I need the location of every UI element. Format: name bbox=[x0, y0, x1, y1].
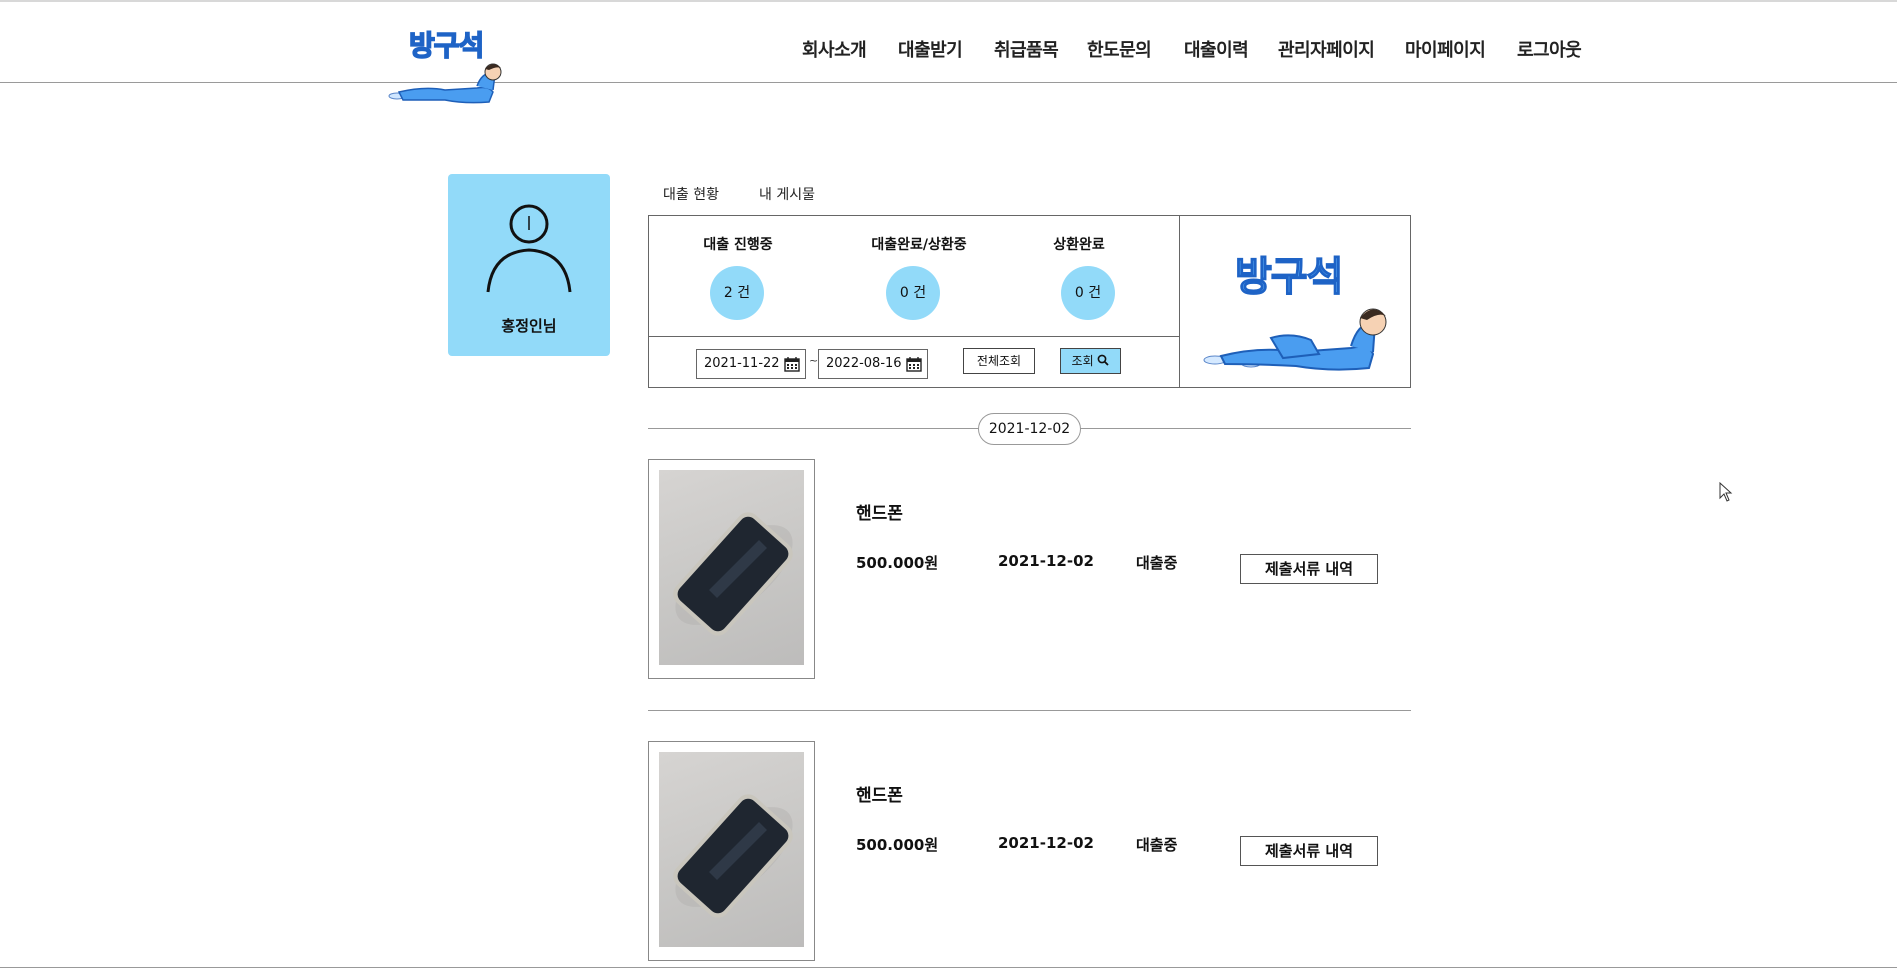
nav-admin[interactable]: 관리자페이지 bbox=[1278, 36, 1375, 62]
nav-limit-inquiry[interactable]: 한도문의 bbox=[1087, 36, 1152, 62]
lying-person-icon bbox=[388, 63, 502, 104]
nav-mypage[interactable]: 마이페이지 bbox=[1405, 36, 1486, 62]
nav-logout[interactable]: 로그아웃 bbox=[1517, 36, 1582, 62]
item-date: 2021-12-02 bbox=[998, 834, 1094, 852]
tab-my-posts[interactable]: 내 게시물 bbox=[759, 184, 815, 204]
lying-person-icon bbox=[1203, 308, 1387, 371]
stat-completed-label: 대출완료/상환중 bbox=[871, 237, 967, 253]
item-status: 대출중 bbox=[1136, 554, 1178, 572]
loan-status-panel: 대출 진행중 2 건 대출완료/상환중 0 건 상환완료 0 건 2021-11… bbox=[648, 215, 1180, 388]
search-icon bbox=[1098, 354, 1110, 366]
phone-image bbox=[659, 752, 804, 947]
calendar-icon[interactable] bbox=[906, 356, 922, 372]
search-button-label: 조회 bbox=[1071, 354, 1094, 368]
item-name: 핸드폰 bbox=[856, 786, 903, 806]
item-price: 500.000원 bbox=[856, 554, 939, 572]
stat-repaid-label: 상환완료 bbox=[1053, 237, 1105, 253]
product-thumbnail[interactable] bbox=[648, 741, 815, 961]
date-from-value: 2021-11-22 bbox=[704, 356, 780, 371]
item-divider bbox=[648, 710, 1411, 711]
date-filter-row: 2021-11-22 ~ 2022-08-16 전체조회 조회 bbox=[649, 336, 1179, 389]
page-bottom-border bbox=[0, 967, 1897, 968]
logo-text: 방구석 bbox=[408, 28, 485, 63]
phone-icon bbox=[673, 794, 793, 918]
submitted-documents-button[interactable]: 제출서류 내역 bbox=[1240, 554, 1378, 584]
nav-get-loan[interactable]: 대출받기 bbox=[898, 36, 963, 62]
site-header: 방구석 회사소개 대출받기 취급품목 한도문의 대출이력 관리자페이지 마이페이… bbox=[0, 0, 1897, 104]
phone-icon bbox=[673, 512, 793, 636]
loan-item: 핸드폰 500.000원 2021-12-02 대출중 제출서류 내역 bbox=[648, 741, 1411, 963]
side-logo-panel: 방구석 bbox=[1179, 215, 1411, 388]
stat-repaid-count: 0 건 bbox=[1061, 266, 1115, 320]
nav-loan-history[interactable]: 대출이력 bbox=[1184, 36, 1249, 62]
calendar-icon[interactable] bbox=[784, 356, 800, 372]
loan-item: 핸드폰 500.000원 2021-12-02 대출중 제출서류 내역 bbox=[648, 459, 1411, 681]
item-name: 핸드폰 bbox=[856, 504, 903, 524]
nav-items[interactable]: 취급품목 bbox=[994, 36, 1059, 62]
group-date-badge: 2021-12-02 bbox=[978, 413, 1081, 445]
side-logo-text: 방구석 bbox=[1234, 253, 1344, 301]
profile-name: 홍정인님 bbox=[501, 317, 557, 335]
product-thumbnail[interactable] bbox=[648, 459, 815, 679]
tab-loan-status[interactable]: 대출 현황 bbox=[663, 184, 719, 204]
item-status: 대출중 bbox=[1136, 836, 1178, 854]
item-price: 500.000원 bbox=[856, 836, 939, 854]
stat-in-progress-label: 대출 진행중 bbox=[703, 237, 773, 253]
date-from-input[interactable]: 2021-11-22 bbox=[696, 349, 806, 379]
stat-in-progress-count: 2 건 bbox=[710, 266, 764, 320]
date-to-value: 2022-08-16 bbox=[826, 356, 902, 371]
profile-card: 홍정인님 bbox=[448, 174, 610, 356]
submitted-documents-button[interactable]: 제출서류 내역 bbox=[1240, 836, 1378, 866]
nav-company[interactable]: 회사소개 bbox=[802, 36, 867, 62]
logo[interactable]: 방구석 bbox=[385, 22, 510, 104]
item-date: 2021-12-02 bbox=[998, 552, 1094, 570]
user-icon bbox=[486, 204, 572, 293]
mouse-cursor-icon bbox=[1719, 482, 1733, 502]
stat-completed-count: 0 건 bbox=[886, 266, 940, 320]
phone-image bbox=[659, 470, 804, 665]
search-button[interactable]: 조회 bbox=[1060, 348, 1121, 374]
date-range-separator: ~ bbox=[809, 354, 819, 367]
date-to-input[interactable]: 2022-08-16 bbox=[818, 349, 928, 379]
view-all-button[interactable]: 전체조회 bbox=[963, 348, 1035, 374]
